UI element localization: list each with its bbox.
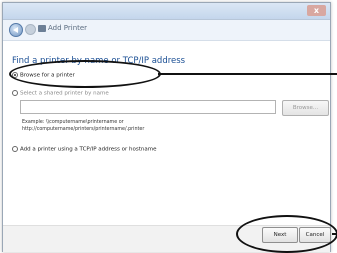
callout-circle-browse — [9, 60, 161, 88]
forward-arrow-icon — [25, 24, 36, 35]
tcp-ip-option[interactable]: Add a printer using a TCP/IP address or … — [12, 146, 157, 153]
page: x Add Printer Find a printer by name or … — [0, 0, 337, 253]
radio-shared[interactable] — [12, 90, 18, 96]
back-arrow-icon[interactable] — [9, 23, 23, 37]
tcp-option-label: Add a printer using a TCP/IP address or … — [20, 146, 157, 153]
shared-printer-input[interactable] — [20, 100, 276, 114]
shared-option-label: Select a shared printer by name — [20, 90, 109, 97]
window-title: Add Printer — [48, 24, 88, 32]
callout-circle-next — [236, 215, 337, 253]
callout-line-next — [332, 233, 337, 235]
shared-printer-option[interactable]: Select a shared printer by name — [12, 90, 109, 97]
close-button[interactable]: x — [307, 5, 326, 16]
radio-tcp[interactable] — [12, 146, 18, 152]
example-line: http://computername/printers/printername… — [22, 126, 145, 132]
title-bar: x — [3, 3, 330, 20]
printer-icon — [38, 25, 46, 32]
navigation-bar: Add Printer — [3, 20, 330, 41]
callout-line-browse — [158, 73, 337, 75]
browse-button[interactable]: Browse... — [282, 100, 329, 116]
example-text: Example: \\computername\printername or h… — [22, 120, 144, 133]
